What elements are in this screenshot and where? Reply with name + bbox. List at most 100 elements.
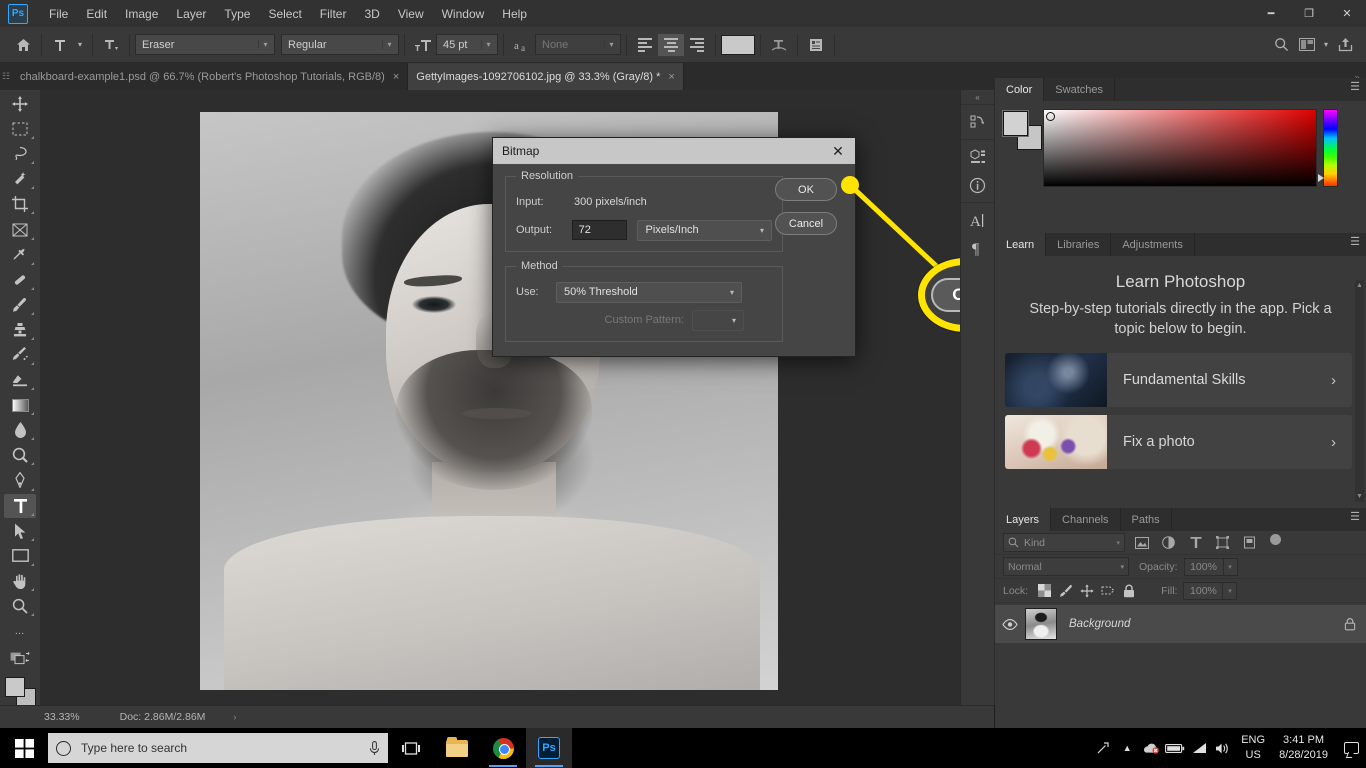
- learn-card-fix-a-photo[interactable]: Fix a photo ›: [1005, 415, 1352, 470]
- tool-zoom[interactable]: [4, 594, 36, 618]
- menu-window[interactable]: Window: [433, 3, 494, 25]
- task-view-icon[interactable]: [388, 728, 434, 768]
- layer-name[interactable]: Background: [1057, 618, 1130, 630]
- filter-type-icon[interactable]: [1185, 533, 1206, 552]
- tool-preset-chevron-down-icon[interactable]: ▾: [73, 33, 87, 57]
- menu-image[interactable]: Image: [116, 3, 167, 25]
- chevron-down-icon[interactable]: ▾: [1320, 33, 1332, 57]
- hue-slider[interactable]: [1318, 109, 1338, 187]
- lock-artboard-nesting-icon[interactable]: [1097, 581, 1118, 600]
- opacity-stepper-icon[interactable]: ▾: [1223, 557, 1238, 576]
- fill-stepper-icon[interactable]: ▾: [1223, 581, 1238, 600]
- lock-position-icon[interactable]: [1076, 581, 1097, 600]
- panel-menu-icon[interactable]: ☰: [1350, 82, 1360, 93]
- tool-frame[interactable]: [4, 217, 36, 241]
- menu-view[interactable]: View: [389, 3, 433, 25]
- menu-file[interactable]: File: [40, 3, 77, 25]
- tool-lasso[interactable]: [4, 142, 36, 166]
- lock-all-icon[interactable]: [1118, 581, 1139, 600]
- chrome-icon[interactable]: [480, 728, 526, 768]
- tool-more[interactable]: …: [4, 619, 36, 643]
- tab-channels[interactable]: Channels: [1051, 508, 1121, 531]
- menu-3d[interactable]: 3D: [355, 3, 388, 25]
- photoshop-icon[interactable]: Ps: [526, 728, 572, 768]
- tab-color[interactable]: Color: [995, 78, 1045, 101]
- maximize-icon[interactable]: ❐: [1290, 0, 1328, 27]
- type-tool-icon[interactable]: [47, 33, 73, 57]
- menu-select[interactable]: Select: [259, 3, 310, 25]
- document-tab-gettyimages[interactable]: GettyImages-1092706102.jpg @ 33.3% (Gray…: [408, 63, 684, 90]
- foreground-color-swatch[interactable]: [5, 677, 25, 698]
- tool-crop[interactable]: [4, 192, 36, 216]
- minimize-icon[interactable]: ━: [1252, 0, 1290, 27]
- color-picker-cursor[interactable]: [1046, 112, 1055, 121]
- menu-layer[interactable]: Layer: [167, 3, 215, 25]
- share-icon[interactable]: [1332, 33, 1358, 57]
- network-icon[interactable]: [1187, 728, 1211, 768]
- output-unit-select[interactable]: Pixels/Inch ▾: [637, 219, 772, 241]
- tab-paths[interactable]: Paths: [1120, 508, 1172, 531]
- onedrive-alert-icon[interactable]: [1139, 728, 1163, 768]
- filter-toggle-icon[interactable]: [1270, 534, 1281, 545]
- toggle-text-orientation-icon[interactable]: [98, 33, 124, 57]
- scroll-down-icon[interactable]: ▼: [1355, 491, 1364, 502]
- properties-panel-icon[interactable]: [964, 143, 992, 171]
- home-icon[interactable]: [10, 33, 36, 57]
- paragraph-panel-icon[interactable]: ¶: [964, 234, 992, 262]
- cancel-button[interactable]: Cancel: [775, 212, 837, 235]
- tool-eyedropper[interactable]: [4, 243, 36, 267]
- character-paragraph-panels-icon[interactable]: [803, 33, 829, 57]
- text-color-swatch[interactable]: [721, 34, 755, 55]
- volume-icon[interactable]: [1211, 728, 1235, 768]
- bitmap-dialog[interactable]: Bitmap ✕ Resolution Input: 300 pixels/in…: [492, 137, 856, 357]
- layer-row-background[interactable]: Background: [995, 605, 1366, 643]
- learn-panel-scrollbar[interactable]: ▲ ▼: [1355, 280, 1364, 502]
- layer-visibility-icon[interactable]: [995, 618, 1025, 630]
- layer-filter-kind-select[interactable]: Kind ▾: [1003, 533, 1125, 552]
- align-left-button[interactable]: [632, 34, 658, 56]
- tool-dodge[interactable]: [4, 443, 36, 467]
- windows-start-icon[interactable]: [0, 728, 48, 768]
- scroll-up-icon[interactable]: ▲: [1355, 280, 1364, 291]
- tool-type[interactable]: [4, 493, 36, 518]
- blend-mode-select[interactable]: Normal ▾: [1003, 557, 1129, 576]
- notification-icon[interactable]: [1336, 728, 1366, 768]
- anti-aliasing-select[interactable]: None ▾: [535, 34, 621, 55]
- status-expand-icon[interactable]: ›: [233, 712, 236, 722]
- lock-icon[interactable]: [1344, 617, 1356, 631]
- tab-swatches[interactable]: Swatches: [1044, 78, 1115, 101]
- font-style-select[interactable]: Regular ▾: [281, 34, 399, 55]
- search-input[interactable]: Type here to search: [48, 733, 388, 763]
- file-explorer-icon[interactable]: [434, 728, 480, 768]
- close-icon[interactable]: ✕: [1328, 0, 1366, 27]
- info-panel-icon[interactable]: [964, 171, 992, 199]
- tool-spot-healing-brush[interactable]: [4, 268, 36, 292]
- tab-bar-grip[interactable]: ☷: [0, 63, 12, 90]
- chevron-right-icon[interactable]: ›: [1331, 434, 1352, 451]
- lock-transparent-pixels-icon[interactable]: [1034, 581, 1055, 600]
- workspace-switcher-icon[interactable]: [1294, 33, 1320, 57]
- tool-eraser[interactable]: [4, 368, 36, 392]
- tool-brush[interactable]: [4, 293, 36, 317]
- tab-adjustments[interactable]: Adjustments: [1111, 233, 1195, 256]
- menu-filter[interactable]: Filter: [311, 3, 356, 25]
- filter-shape-icon[interactable]: [1212, 533, 1233, 552]
- tab-libraries[interactable]: Libraries: [1046, 233, 1112, 256]
- tool-rectangle[interactable]: [4, 544, 36, 568]
- document-tab-chalkboard[interactable]: chalkboard-example1.psd @ 66.7% (Robert'…: [12, 63, 409, 90]
- history-panel-icon[interactable]: [964, 108, 992, 136]
- close-icon[interactable]: ✕: [825, 139, 851, 163]
- tool-pen[interactable]: [4, 468, 36, 492]
- lock-image-pixels-icon[interactable]: [1055, 581, 1076, 600]
- tool-hand[interactable]: [4, 569, 36, 593]
- tool-blur[interactable]: [4, 418, 36, 442]
- panel-menu-icon[interactable]: ☰: [1350, 237, 1360, 248]
- tab-layers[interactable]: Layers: [995, 508, 1052, 531]
- chevron-right-icon[interactable]: ›: [1331, 372, 1352, 389]
- tab-learn[interactable]: Learn: [995, 233, 1047, 256]
- foreground-background-colors[interactable]: [5, 677, 36, 709]
- language-indicator[interactable]: ENG US: [1235, 733, 1271, 763]
- filter-smart-object-icon[interactable]: [1239, 533, 1260, 552]
- hue-slider-marker[interactable]: [1318, 174, 1324, 182]
- close-icon[interactable]: ×: [668, 71, 674, 83]
